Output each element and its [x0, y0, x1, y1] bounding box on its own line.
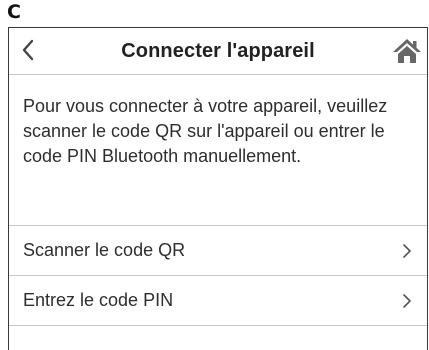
phone-screen: Connecter l'appareil Pour vous connecter… [8, 27, 428, 350]
chevron-right-icon [401, 292, 413, 310]
figure-label: C [7, 1, 21, 23]
scan-qr-code-item[interactable]: Scanner le code QR [9, 226, 427, 276]
enter-pin-code-label: Entrez le code PIN [23, 290, 174, 310]
header-bar: Connecter l'appareil [9, 28, 427, 75]
home-button[interactable] [391, 37, 423, 65]
enter-pin-code-item[interactable]: Entrez le code PIN [9, 276, 427, 326]
chevron-left-icon [22, 39, 34, 61]
page-title: Connecter l'appareil [121, 39, 315, 62]
scan-qr-code-label: Scanner le code QR [23, 240, 186, 260]
back-button[interactable] [15, 37, 41, 63]
instructions-text: Pour vous connecter à votre appareil, ve… [9, 75, 427, 226]
chevron-right-icon [401, 242, 413, 260]
home-icon [393, 39, 421, 63]
